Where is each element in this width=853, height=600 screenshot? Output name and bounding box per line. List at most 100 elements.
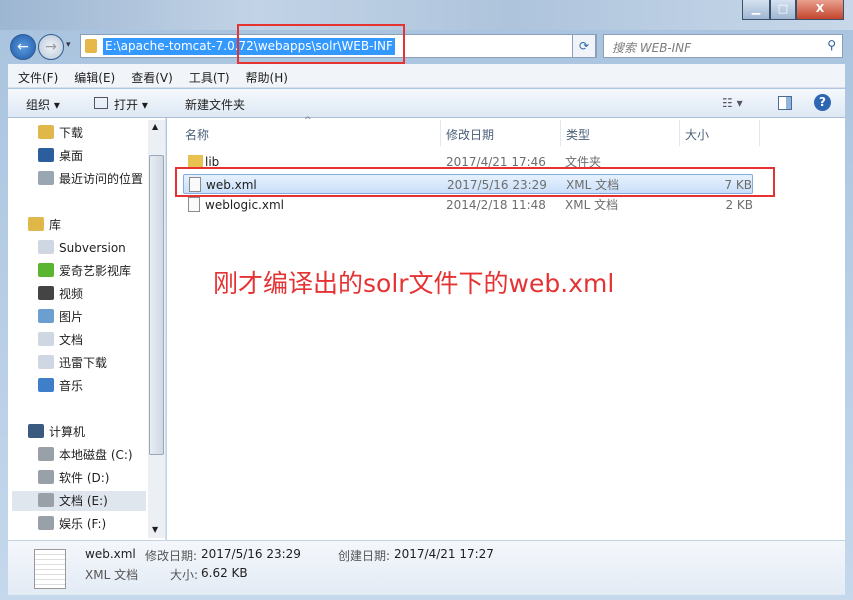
music-icon [38, 378, 54, 392]
nav-item-label: 本地磁盘 (C:) [59, 448, 133, 462]
nav-item[interactable]: 本地磁盘 (C:) [38, 445, 133, 465]
nav-item[interactable]: 文档 [38, 330, 83, 350]
file-row[interactable]: weblogic.xml 2014/2/18 11:48 XML 文档 2 KB [183, 195, 753, 215]
nav-item[interactable]: 视频 [38, 284, 83, 304]
file-large-icon [34, 549, 66, 589]
column-type[interactable]: 类型 [566, 126, 590, 143]
open-button[interactable]: 打开 ▾ [114, 96, 148, 113]
download-folder-icon [38, 125, 54, 139]
nav-item[interactable]: 图片 [38, 307, 83, 327]
nav-item-label: 文档 [59, 333, 84, 347]
size-value: 6.62 KB [201, 566, 248, 580]
search-icon: ⚲ [827, 38, 836, 52]
sort-arrow-icon: ^ [304, 116, 312, 126]
computer-icon [28, 424, 44, 438]
modified-value: 2017/5/16 23:29 [201, 547, 301, 561]
nav-item[interactable]: 娱乐 (F:) [38, 514, 106, 534]
menu-bar: 文件(F) 编辑(E) 查看(V) 工具(T) 帮助(H) [8, 64, 845, 88]
nav-item-label: 桌面 [59, 149, 84, 163]
pictures-icon [38, 309, 54, 323]
search-input[interactable]: 搜索 WEB-INF ⚲ [603, 34, 843, 58]
recent-pages-dropdown[interactable]: ▾ [66, 40, 71, 50]
view-options-icon[interactable]: ☷ ▾ [722, 96, 743, 110]
title-bar [0, 0, 853, 30]
details-type: XML 文档 [85, 568, 139, 582]
scroll-up-arrow[interactable]: ▲ [152, 122, 158, 131]
help-icon[interactable]: ? [814, 94, 831, 111]
created-value: 2017/4/21 17:27 [394, 547, 494, 561]
nav-item[interactable]: 计算机 [28, 422, 85, 442]
nav-item-label: 软件 (D:) [59, 471, 110, 485]
nav-item[interactable]: 文档 (E:) [12, 491, 146, 511]
nav-item[interactable]: 软件 (D:) [38, 468, 109, 488]
annotation-box-file [175, 167, 775, 197]
organize-button[interactable]: 组织 ▾ [26, 96, 60, 113]
drive-icon [38, 493, 54, 507]
preview-pane-icon[interactable] [778, 96, 792, 110]
refresh-button[interactable]: ⟳ [572, 34, 596, 58]
nav-item-label: 下载 [59, 126, 84, 140]
nav-item-label: 最近访问的位置 [59, 172, 144, 186]
drive-icon [38, 470, 54, 484]
nav-item[interactable]: 桌面 [38, 146, 83, 166]
nav-item-label: 迅雷下载 [59, 356, 108, 370]
details-pane: web.xml XML 文档 修改日期: 2017/5/16 23:29 创建日… [8, 540, 845, 595]
nav-scroll-thumb[interactable] [149, 155, 164, 455]
created-label: 创建日期: [338, 549, 391, 563]
menu-help[interactable]: 帮助(H) [236, 64, 294, 86]
nav-item-label: 视频 [59, 287, 84, 301]
iqiyi-icon [38, 263, 54, 277]
documents-icon [38, 332, 54, 346]
close-button[interactable]: X [796, 0, 844, 20]
menu-view[interactable]: 查看(V) [121, 64, 179, 86]
nav-item-label: 娱乐 (F:) [59, 517, 107, 531]
folder-icon [85, 39, 97, 53]
library-doc-icon [38, 240, 54, 254]
column-size[interactable]: 大小 [685, 126, 709, 143]
nav-item-label: 音乐 [59, 379, 84, 393]
nav-item-label: 图片 [59, 310, 84, 324]
annotation-text: 刚才编译出的solr文件下的web.xml [213, 269, 615, 298]
file-size: 2 KB [725, 198, 753, 212]
file-name: weblogic.xml [205, 198, 284, 212]
column-name[interactable]: 名称 [185, 126, 209, 143]
minimize-button[interactable]: ▁ [742, 0, 770, 20]
forward-button[interactable]: → [38, 34, 64, 60]
library-doc-icon [38, 355, 54, 369]
nav-item[interactable]: 迅雷下载 [38, 353, 107, 373]
file-type: XML 文档 [565, 198, 619, 212]
nav-item-label: 文档 (E:) [59, 494, 108, 508]
modified-label: 修改日期: [145, 549, 198, 563]
open-icon [94, 97, 108, 109]
new-folder-button[interactable]: 新建文件夹 [185, 96, 245, 113]
file-modified: 2014/2/18 11:48 [446, 198, 546, 212]
nav-item[interactable]: 音乐 [38, 376, 83, 396]
nav-item[interactable]: 库 [28, 215, 61, 235]
toolbar: 组织 ▾ 打开 ▾ 新建文件夹 ☷ ▾ ? [8, 89, 845, 118]
library-icon [28, 217, 44, 231]
nav-item-label: Subversion [59, 241, 126, 255]
back-button[interactable]: ← [10, 34, 36, 60]
nav-item[interactable]: 最近访问的位置 [38, 169, 143, 189]
size-label: 大小: [170, 568, 199, 582]
annotation-box-path [237, 24, 405, 64]
nav-item[interactable]: Subversion [38, 238, 126, 258]
desktop-icon [38, 148, 54, 162]
folder-icon [188, 155, 203, 167]
video-icon [38, 286, 54, 300]
column-modified[interactable]: 修改日期 [446, 126, 494, 143]
nav-item[interactable]: 爱奇艺影视库 [38, 261, 131, 281]
search-placeholder: 搜索 WEB-INF [612, 41, 692, 55]
menu-tools[interactable]: 工具(T) [179, 64, 236, 86]
details-filename: web.xml [85, 547, 136, 561]
nav-item-label: 爱奇艺影视库 [59, 264, 132, 278]
nav-item[interactable]: 下载 [38, 123, 83, 143]
menu-edit[interactable]: 编辑(E) [64, 64, 121, 86]
menu-file[interactable]: 文件(F) [8, 64, 64, 86]
scroll-down-arrow[interactable]: ▼ [152, 525, 158, 534]
nav-item-label: 库 [49, 218, 62, 232]
xml-file-icon [188, 197, 200, 212]
drive-icon [38, 516, 54, 530]
nav-item-label: 计算机 [49, 425, 86, 439]
maximize-button[interactable]: □ [770, 0, 796, 20]
